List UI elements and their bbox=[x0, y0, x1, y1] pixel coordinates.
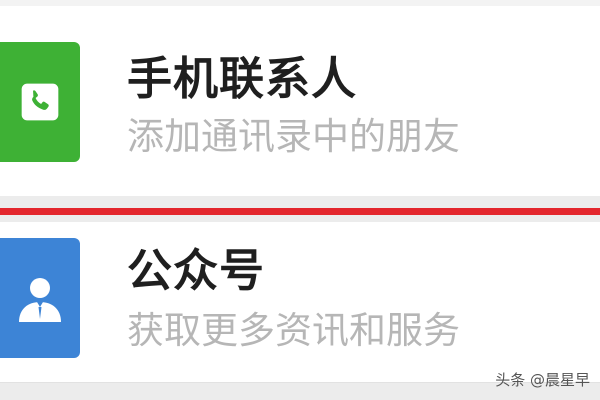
official-accounts-tile bbox=[0, 238, 80, 358]
phone-contacts-subtitle: 添加通讯录中的朋友 bbox=[127, 115, 460, 158]
phone-icon bbox=[21, 83, 59, 121]
phone-contacts-title: 手机联系人 bbox=[127, 52, 358, 105]
official-accounts-subtitle: 获取更多资讯和服务 bbox=[127, 309, 460, 352]
watermark: 头条 @晨星早 bbox=[495, 371, 590, 389]
list-item-official-accounts[interactable]: 公众号 获取更多资讯和服务 bbox=[0, 222, 600, 383]
list-item-phone-contacts[interactable]: 手机联系人 添加通讯录中的朋友 bbox=[0, 6, 600, 196]
highlight-divider bbox=[0, 208, 600, 215]
official-account-icon bbox=[19, 278, 61, 322]
official-accounts-title: 公众号 bbox=[127, 244, 266, 297]
phone-contacts-tile bbox=[0, 42, 80, 162]
